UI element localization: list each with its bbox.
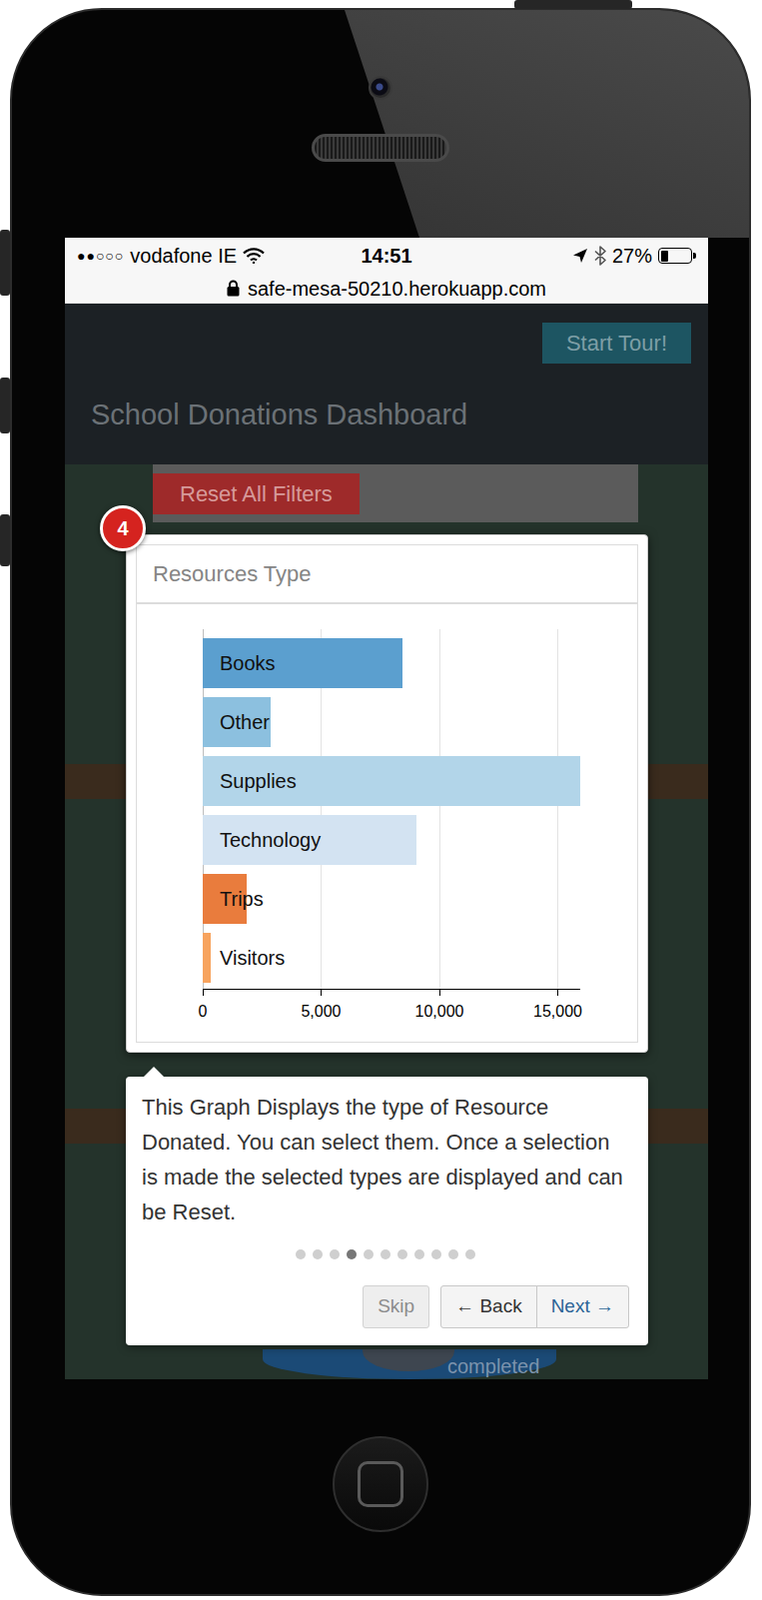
wifi-icon [242,247,265,264]
tick-label: 5,000 [300,999,341,1024]
bar-label: Books [219,648,276,679]
url-text: safe-mesa-50210.herokuapp.com [247,273,547,304]
step-dot[interactable] [295,1249,306,1260]
pie-hole [362,1349,455,1372]
battery-fill [661,250,670,262]
step-dots [141,1249,630,1260]
step-dot[interactable] [346,1249,357,1260]
highlighted-chart: Resources Type Books Other Supplies Technol… [125,534,649,1053]
tick-mark [557,989,559,996]
bar-label: Supplies [219,765,297,796]
tick-label: 15,000 [533,999,583,1024]
glare [11,9,750,238]
tick-mark [202,989,204,996]
popover-text: This Graph Displays the type of Resource… [141,1089,630,1230]
step-badge: 4 [99,505,146,552]
bar-row[interactable]: Technology [202,814,581,865]
next-button[interactable]: Next → [536,1285,630,1329]
tick-label: 10,000 [415,999,465,1024]
phone-frame: ●●○○○vodafone IE 14:51 27% safe-mesa-502… [9,7,752,1596]
bar-label: Technology [219,824,321,855]
battery-nub [693,252,697,259]
speaker-icon [311,133,450,162]
start-tour-button[interactable]: Start Tour! [542,322,692,364]
status-right: 27% [412,240,697,271]
tour-popover: This Graph Displays the type of Resource… [125,1076,649,1346]
tick-mark [320,989,322,996]
progress-label: completed [447,1351,540,1380]
step-dot[interactable] [397,1249,408,1260]
bar-row[interactable]: Visitors [202,932,581,983]
home-button[interactable] [332,1436,429,1532]
step-dot[interactable] [363,1249,374,1260]
home-square-icon [357,1461,404,1508]
tick-mark [439,989,441,996]
carrier: vodafone IE [129,240,237,271]
navbar: Start Tour! School Donations Dashboard [64,303,709,465]
grid-line [557,629,559,989]
bluetooth-icon [594,245,607,266]
phone-bottom [11,1379,750,1594]
step-dot[interactable] [312,1249,323,1260]
navbar-actions: Start Tour! [64,303,709,364]
step-dot[interactable] [329,1249,340,1260]
clock: 14:51 [360,240,412,271]
filter-panel: Reset All Filters [152,464,639,523]
bar-list: Books Other Supplies Technology Trips Visitor… [202,629,581,983]
phone-top [11,9,750,238]
bar-plot: Books Other Supplies Technology Trips Visitor… [202,629,581,990]
step-dot[interactable] [465,1249,476,1260]
step-dot[interactable] [431,1249,442,1260]
chart-header: Resources Type [136,545,638,605]
battery-percent: 27% [612,240,653,271]
signal-strength: ●●○○○ [76,245,124,267]
power-button [514,0,633,9]
status-bar: ●●○○○vodafone IE 14:51 27% [64,237,709,274]
step-dot[interactable] [380,1249,391,1260]
back-button[interactable]: ← Back [440,1285,538,1329]
step-dot[interactable] [414,1249,425,1260]
grid-line [439,629,441,989]
camera-icon [368,75,393,100]
progress-chart: completed [64,1349,709,1380]
bar-label: Trips [219,883,264,914]
volume-down-button [0,514,10,567]
bar-row[interactable]: Trips [202,873,581,924]
skip-button[interactable]: Skip [362,1285,430,1329]
x-axis: 05,00010,00015,000 [202,989,581,1022]
dashboard-title: School Donations Dashboard [90,393,709,438]
chart-body: Books Other Supplies Technology Trips Visitor… [136,604,638,1042]
popover-arrow [143,1066,164,1077]
volume-up-button [0,377,10,434]
lock-icon [226,279,240,297]
phone-mockup: ●●○○○vodafone IE 14:51 27% safe-mesa-502… [0,0,762,1600]
address-bar[interactable]: safe-mesa-50210.herokuapp.com [64,273,709,304]
battery-icon [658,247,693,264]
reset-filters-button[interactable]: Reset All Filters [152,473,360,515]
chart-card: Resources Type Books Other Supplies Technol… [135,544,639,1043]
tick-label: 0 [198,999,208,1024]
bar-row[interactable]: Other [202,697,581,748]
location-icon [572,247,589,264]
bar-label: Other [219,707,270,738]
bar-row[interactable]: Books [202,638,581,689]
bar[interactable] [202,932,211,983]
popover-buttons: Skip← BackNext → [141,1285,630,1329]
bar-label: Visitors [219,942,285,973]
phone-screen: ●●○○○vodafone IE 14:51 27% safe-mesa-502… [64,237,709,1380]
mute-switch [0,229,10,296]
bar-row[interactable]: Supplies [202,756,581,806]
nav-button-group: ← BackNext → [440,1285,630,1329]
status-left: ●●○○○vodafone IE [76,240,361,271]
step-dot[interactable] [448,1249,459,1260]
